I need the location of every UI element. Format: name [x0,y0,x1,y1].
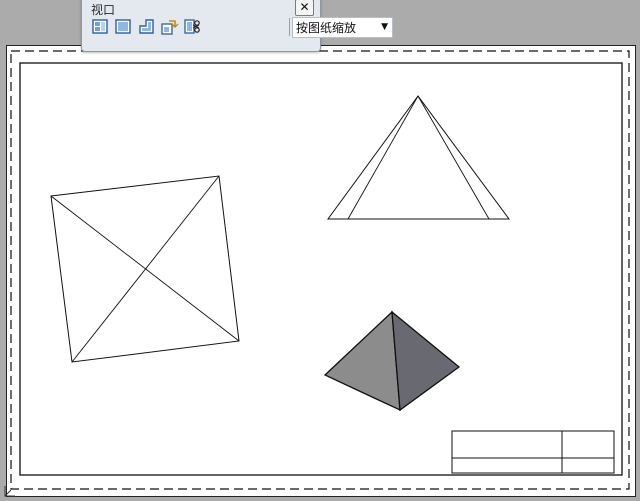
viewport-dialog-icon [92,19,108,34]
clip-viewport-button[interactable] [183,17,202,36]
viewport-scale-value: 按图纸缩放 [296,21,357,35]
pyramid-face-left [323,310,401,412]
polygonal-viewport-icon [139,19,154,34]
viewport-scale-dropdown[interactable]: 按图纸缩放 ▼ [292,17,393,38]
drawing-frame [19,62,623,476]
single-viewport-icon [115,19,131,34]
front-view-edge-2 [417,95,490,220]
chevron-down-icon[interactable]: ▼ [381,22,388,32]
polygonal-viewport-button[interactable] [137,17,156,36]
pyramid-front-view[interactable] [327,95,510,220]
top-view-diagonal-2 [71,175,220,363]
ucs-corner-icon [4,486,15,497]
toolbar-separator [289,18,290,36]
toolbar-title: 视口 [91,3,116,17]
printable-area-border [10,50,630,490]
pyramid-face-right [391,310,461,412]
viewport-dialog-button[interactable] [91,17,110,36]
title-block[interactable] [451,430,615,474]
front-view-edge-1 [347,95,419,220]
convert-object-viewport-button[interactable] [160,17,179,36]
top-view-diagonal-1 [50,195,240,342]
convert-object-viewport-icon [161,20,179,35]
pyramid-3d-view[interactable] [323,310,461,412]
single-viewport-button[interactable] [114,17,133,36]
drawing-canvas[interactable] [0,0,640,501]
viewport-toolbar[interactable]: 视口 ✕ 按图纸缩放 ▼ [81,0,393,52]
close-button[interactable]: ✕ [295,0,314,16]
clip-viewport-icon [184,19,200,34]
